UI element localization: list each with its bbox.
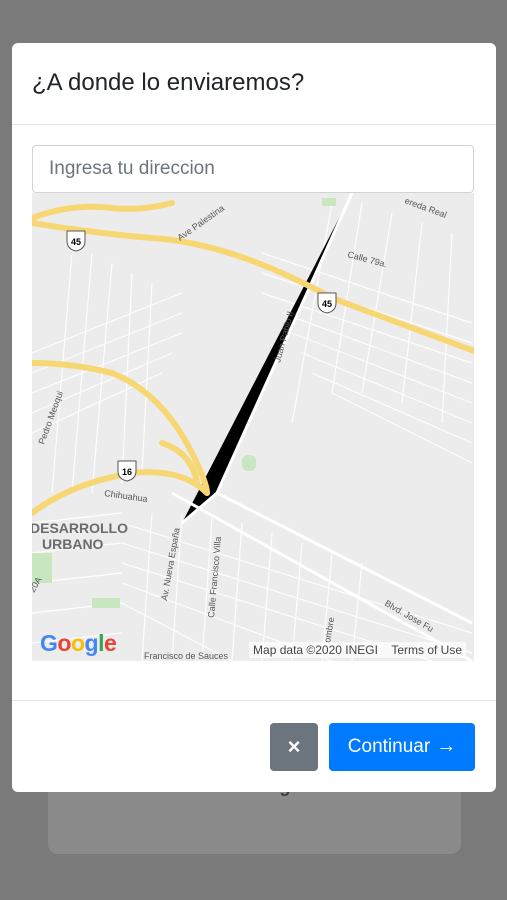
svg-text:Francisco de Sauces: Francisco de Sauces [144, 651, 229, 661]
svg-text:DESARROLLO: DESARROLLO [32, 520, 128, 536]
address-input[interactable] [32, 145, 474, 193]
svg-text:Pedro Meoqui: Pedro Meoqui [36, 390, 65, 446]
modal-title: ¿A donde lo enviaremos? [32, 69, 305, 96]
map-attribution: Map data ©2020 INEGI Terms of Use [249, 642, 466, 658]
svg-text:Chihuahua: Chihuahua [104, 488, 149, 504]
address-modal: ¿A donde lo enviaremos? Ingresa tu direc… [12, 43, 496, 792]
svg-text:ombre: ombre [322, 616, 336, 643]
svg-text:Ave Palestina: Ave Palestina [175, 203, 226, 243]
highway-shield-45-right: 45 [317, 292, 337, 314]
modal-body: 45 45 16 Ave Palestina Calle 79a. Juan P… [12, 125, 496, 701]
continue-button[interactable]: Continuar → [329, 722, 475, 771]
modal-footer: × Continuar → [12, 701, 496, 792]
highway-shield-45-left: 45 [66, 230, 86, 252]
svg-text:Calle 79a.: Calle 79a. [346, 249, 388, 269]
svg-text:16: 16 [122, 467, 132, 477]
continue-label: Continuar [347, 735, 431, 757]
terms-of-use-link[interactable]: Terms of Use [391, 643, 462, 657]
close-button[interactable]: × [270, 722, 318, 771]
svg-text:45: 45 [71, 237, 81, 247]
svg-text:Calle Francisco Villa: Calle Francisco Villa [206, 536, 223, 618]
highway-shield-16: 16 [117, 460, 137, 482]
google-logo: Google [40, 630, 117, 656]
modal-header: ¿A donde lo enviaremos? [12, 43, 496, 125]
svg-text:ereda Real: ereda Real [403, 195, 448, 219]
arrow-right-icon: → [436, 735, 457, 757]
svg-text:45: 45 [322, 299, 332, 309]
close-icon: × [287, 733, 301, 759]
map-data-text: Map data ©2020 INEGI [253, 643, 378, 657]
svg-text:URBANO: URBANO [42, 536, 104, 552]
svg-text:Juan Pablo II: Juan Pablo II [272, 310, 295, 363]
map-view[interactable]: 45 45 16 Ave Palestina Calle 79a. Juan P… [32, 193, 474, 661]
map-canvas: 45 45 16 Ave Palestina Calle 79a. Juan P… [32, 193, 474, 661]
